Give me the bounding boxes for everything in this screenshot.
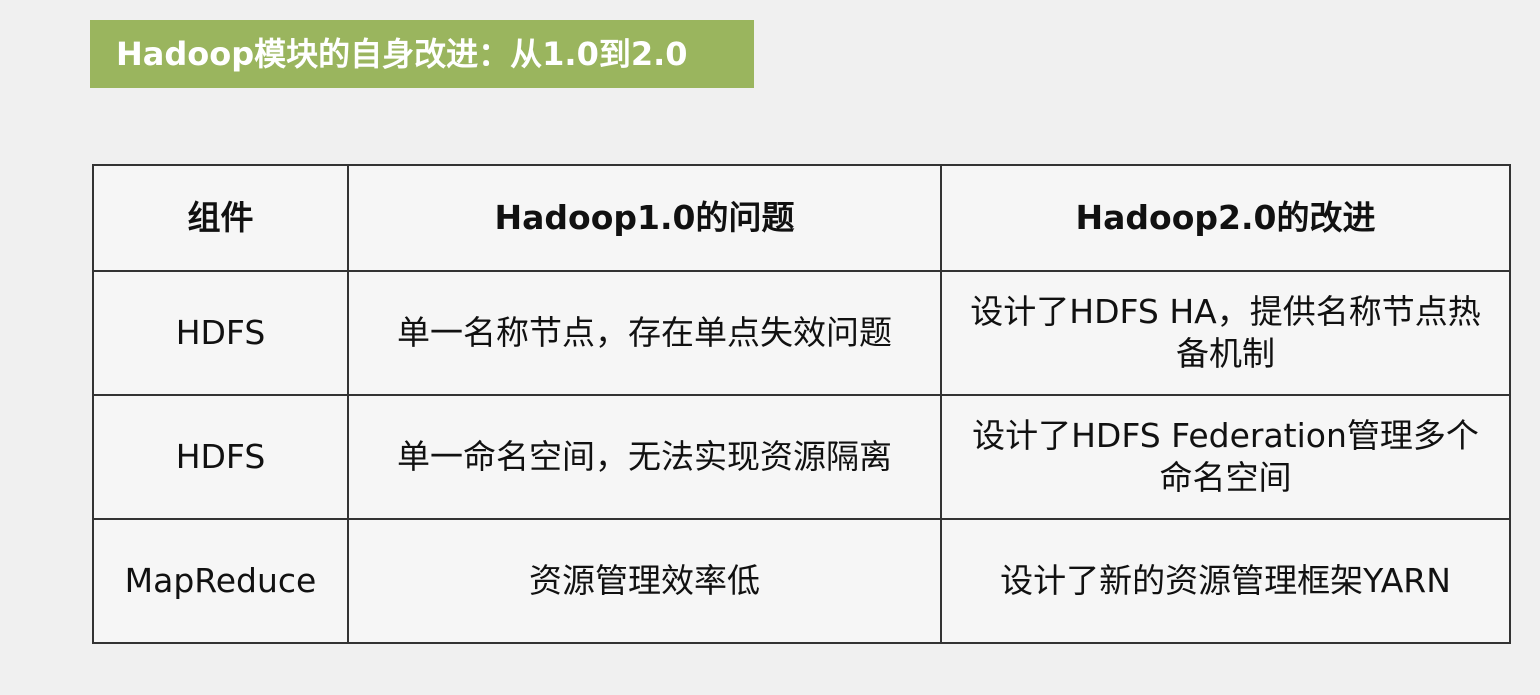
cell-component: HDFS (92, 394, 349, 520)
comparison-table: 组件 Hadoop1.0的问题 Hadoop2.0的改进 HDFS 单一名称节点… (92, 164, 1511, 644)
cell-component: HDFS (92, 270, 349, 396)
table-row: HDFS 单一命名空间，无法实现资源隔离 设计了HDFS Federation管… (92, 394, 1511, 520)
cell-problem: 资源管理效率低 (347, 518, 942, 644)
cell-improvement: 设计了新的资源管理框架YARN (940, 518, 1511, 644)
header-hadoop1-problem: Hadoop1.0的问题 (347, 164, 942, 272)
cell-problem: 单一命名空间，无法实现资源隔离 (347, 394, 942, 520)
cell-problem: 单一名称节点，存在单点失效问题 (347, 270, 942, 396)
page-title: Hadoop模块的自身改进：从1.0到2.0 (90, 20, 754, 88)
table-row: MapReduce 资源管理效率低 设计了新的资源管理框架YARN (92, 518, 1511, 644)
table-header-row: 组件 Hadoop1.0的问题 Hadoop2.0的改进 (92, 164, 1511, 272)
header-hadoop2-improvement: Hadoop2.0的改进 (940, 164, 1511, 272)
cell-improvement: 设计了HDFS HA，提供名称节点热备机制 (940, 270, 1511, 396)
cell-improvement: 设计了HDFS Federation管理多个命名空间 (940, 394, 1511, 520)
cell-component: MapReduce (92, 518, 349, 644)
header-component: 组件 (92, 164, 349, 272)
table-row: HDFS 单一名称节点，存在单点失效问题 设计了HDFS HA，提供名称节点热备… (92, 270, 1511, 396)
